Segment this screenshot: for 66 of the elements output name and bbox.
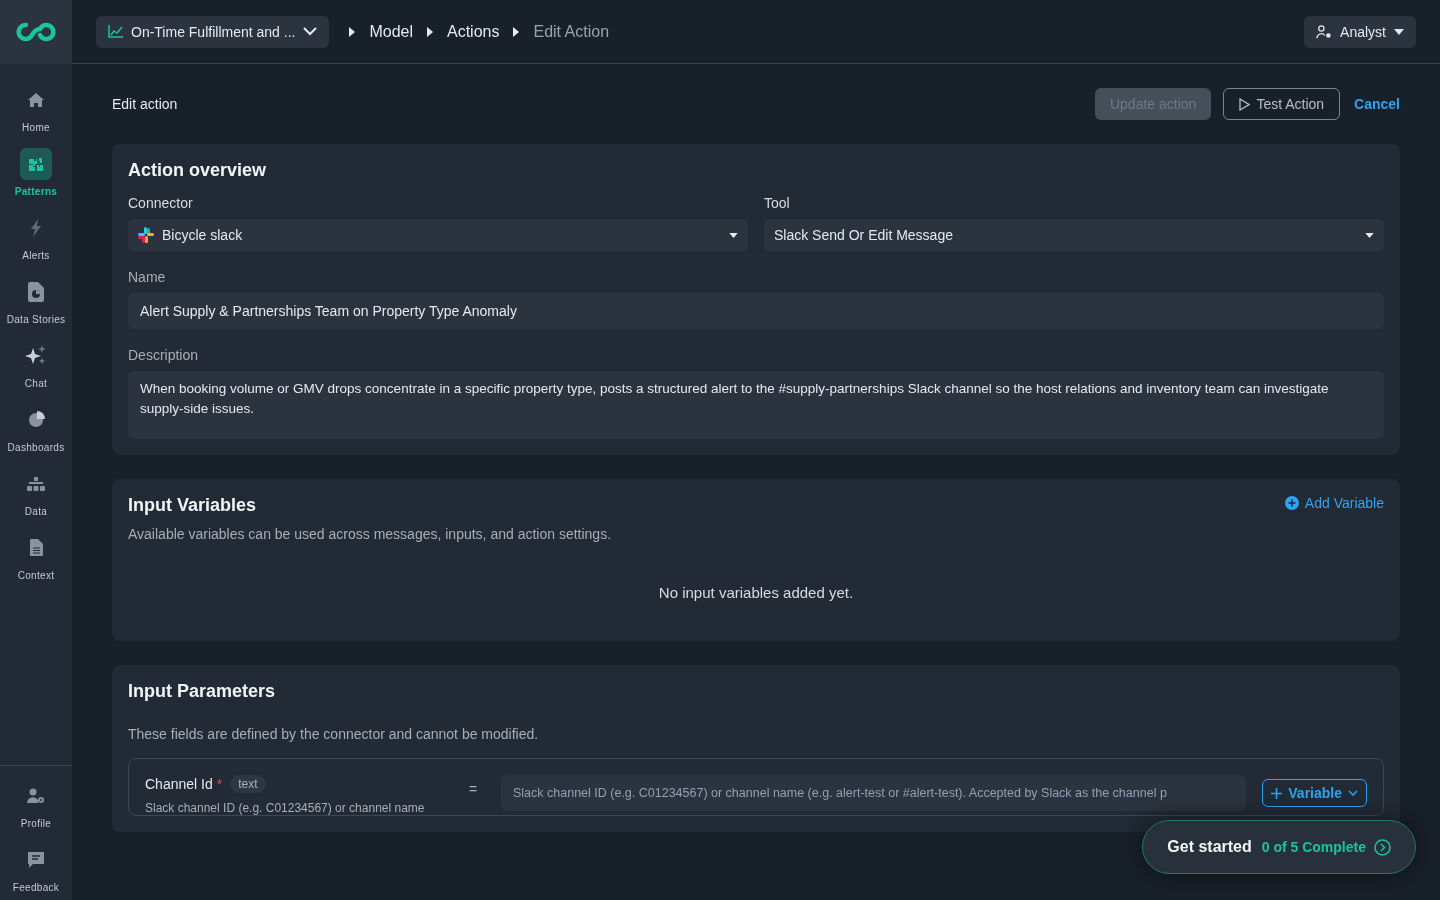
document-chart-icon (28, 281, 44, 302)
get-started-button[interactable]: Get started 0 of 5 Complete (1142, 820, 1416, 874)
caret-down-icon (1394, 28, 1404, 35)
chat-bubble-icon (27, 850, 45, 869)
section-title: Input Variables (128, 495, 258, 516)
empty-message: No input variables added yet. (657, 583, 855, 603)
user-gear-icon (27, 787, 45, 804)
caret-down-icon (1365, 232, 1374, 238)
chevron-down-icon (1348, 790, 1358, 796)
document-icon (29, 539, 43, 556)
section-title: Input Parameters (128, 681, 277, 702)
name-field[interactable]: Alert Supply & Partnerships Team on Property Type Anomaly (128, 293, 1384, 329)
nav-item[interactable]: Home (0, 76, 72, 140)
logo-icon[interactable] (16, 22, 56, 42)
cancel-link[interactable]: Cancel (1352, 88, 1400, 120)
role-menu[interactable]: Analyst (1304, 15, 1416, 48)
plus-circle-icon (1284, 496, 1299, 510)
breadcrumb-link[interactable]: Model (369, 22, 413, 41)
hierarchy-icon (27, 476, 45, 491)
plus-icon (1271, 787, 1283, 799)
nav-item[interactable]: Chat (0, 332, 72, 396)
nav-item[interactable]: Data (0, 460, 72, 524)
field-label: Name (128, 269, 167, 285)
breadcrumb-link[interactable]: Edit Action (533, 22, 610, 41)
variable-button[interactable]: Variable (1262, 779, 1367, 807)
section-description: Available variables can be used across messages, inputs, and action settings. (128, 526, 613, 542)
add-variable-link[interactable]: Add Variable (1284, 495, 1384, 511)
play-icon (1239, 97, 1251, 111)
page-title: Edit action (112, 96, 179, 112)
chevron-circle-icon (1374, 838, 1391, 856)
model-selector[interactable]: On-Time Fulfillment and ... (96, 15, 330, 48)
line-chart-icon (108, 25, 123, 38)
nav-item[interactable]: Patterns (0, 140, 72, 204)
user-gear-icon (1316, 24, 1333, 39)
tool-dropdown[interactable]: Slack Send Or Edit Message (764, 219, 1384, 251)
parameter-help: Slack channel ID (e.g. C01234567) or channel name (145, 801, 426, 815)
field-label: Description (128, 347, 200, 363)
operator-sign: = (467, 780, 479, 799)
caret-right-icon (513, 26, 520, 37)
test-button[interactable]: Test Action (1223, 88, 1341, 120)
nav-item[interactable]: Context (0, 524, 72, 588)
field-label: Connector (128, 195, 194, 211)
caret-down-icon (729, 232, 738, 238)
parameter-name: Channel Id (145, 776, 213, 792)
required-mark: * (216, 776, 223, 792)
parameter-field[interactable]: Slack channel ID (e.g. C01234567) or channel name (e.g. alert-test or #alert-test). Accepted by Slack as the channel p (501, 775, 1247, 811)
section-title: Action overview (128, 160, 268, 181)
lightning-icon (30, 218, 42, 237)
slack-icon (138, 227, 154, 243)
field-label: Tool (764, 195, 791, 211)
caret-right-icon (427, 26, 433, 37)
nav-item[interactable]: Data Stories (0, 268, 72, 332)
nav-item[interactable]: Alerts (0, 204, 72, 268)
home-icon (27, 91, 45, 108)
puzzle-icon (28, 155, 44, 172)
nav-item[interactable]: Feedback (0, 836, 72, 900)
type-tag: text (230, 775, 266, 793)
nav-item[interactable]: Profile (0, 772, 72, 836)
connector-dropdown[interactable]: Bicycle slack (128, 219, 748, 251)
breadcrumb-link[interactable]: Actions (447, 22, 500, 41)
description-field[interactable]: When booking volume or GMV drops concentrate in a specific property type, posts a structured alert to the #supply-partnerships Slack channel so the host relations and inventory team can investigate supply-side issues. (128, 371, 1384, 439)
nav-item[interactable]: Dashboards (0, 396, 72, 460)
pie-chart-icon (27, 411, 45, 428)
caret-right-icon (349, 26, 356, 37)
chevron-down-icon (303, 27, 318, 36)
section-description: These fields are defined by the connector and cannot be modified. (128, 726, 540, 742)
